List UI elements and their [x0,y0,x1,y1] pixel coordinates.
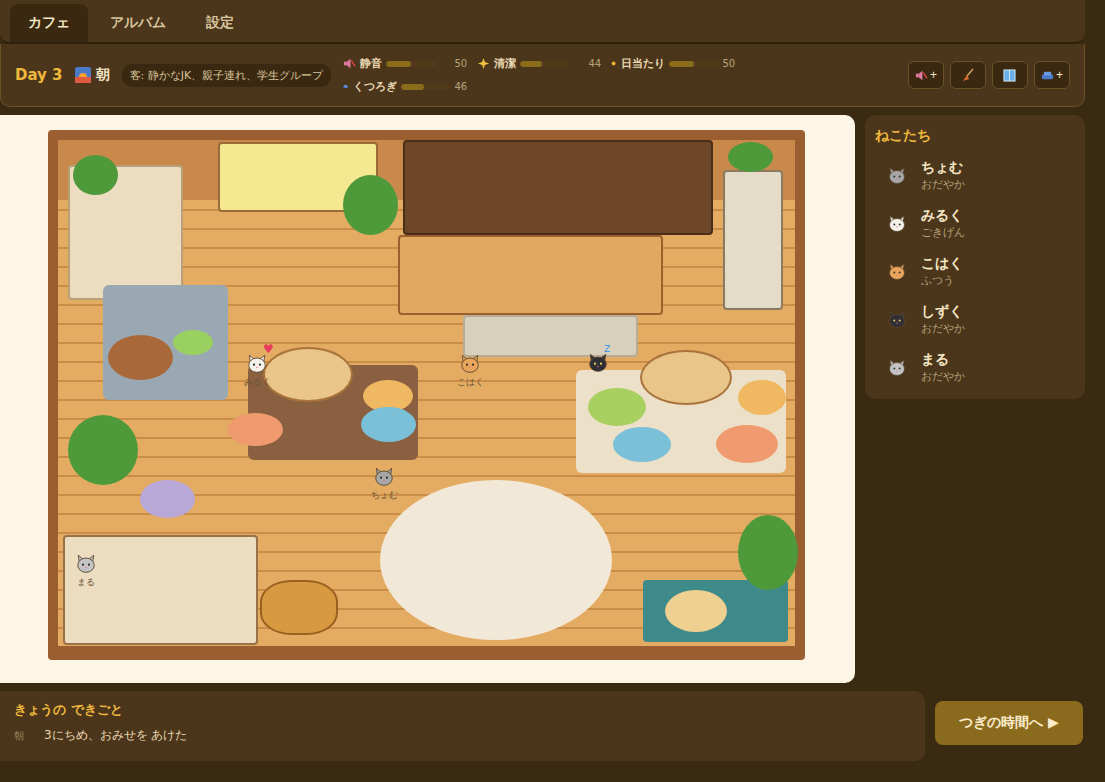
counter [398,235,663,315]
sun-icon [611,57,616,70]
sofa-icon [1041,69,1054,82]
stat-bar [401,84,451,90]
stat-bar [520,61,570,67]
cat-list: ねこたちちょむおだやかみるくごきげんこはくふつうしずくおだやかまるおだやか [865,115,1085,399]
scene-cat[interactable]: こはく [440,352,500,389]
cushion [665,590,727,632]
cat-icon [887,309,907,329]
cat-bed [108,335,173,380]
plant [728,142,773,172]
cat-item[interactable]: みるくごきげん [875,199,1075,247]
event-log: きょうの できごと朝3にちめ、おみせを あけた [0,691,925,761]
day-label: Day 3 [15,66,63,84]
quiet-icon [915,69,928,82]
bottom-shelf [63,535,258,645]
cushion [361,407,416,442]
scene-cat[interactable]: ちょむ [354,465,414,502]
tool-button[interactable]: + [908,61,944,89]
mat [463,315,638,357]
sleep-icon: z [604,341,610,355]
stat: 清潔44 [477,56,609,71]
scene-cat[interactable]: z [568,351,628,373]
cat-icon [887,261,907,281]
cat-item[interactable]: ちょむおだやか [875,151,1075,199]
plant [343,175,398,235]
cat-item[interactable]: まるおだやか [875,343,1075,391]
time-label: 朝 [75,66,110,84]
tab[interactable]: 設定 [188,4,252,42]
scene-cat[interactable]: まる [56,552,116,589]
tool-button[interactable]: + [1034,61,1070,89]
basket [260,580,338,635]
cat-item[interactable]: しずくおだやか [875,295,1075,343]
guests-pill: 客: 静かなJK、親子連れ、学生グループ [122,64,332,87]
tool-button[interactable] [992,61,1028,89]
tab[interactable]: アルバム [92,4,184,42]
tool-button[interactable] [950,61,986,89]
broom-icon [961,68,975,82]
log-entry: 朝3にちめ、おみせを あけた [14,727,911,744]
cafe-scene: ♥みるく こはく z ちょむまる [48,130,805,660]
sunrise-icon [75,67,91,83]
stat: 静音50 [343,56,475,71]
clean-icon [477,57,490,70]
heart-icon: ♥ [263,342,274,356]
cushion [716,425,778,463]
cat-item[interactable]: こはくふつう [875,247,1075,295]
cushion [613,427,671,462]
cat-icon [459,352,481,374]
cat-icon [887,165,907,185]
cushion [738,380,786,415]
plant [68,415,138,485]
tab-bar: カフェアルバム設定 [0,0,1085,44]
stat: くつろぎ46 [343,79,475,94]
status-bar: Day 3 朝客: 静かなJK、親子連れ、学生グループ静音50清潔44日当たり50… [0,44,1085,107]
stat-bar [669,61,719,67]
cushion [588,388,646,426]
plant [73,155,118,195]
cushion [228,413,283,446]
tab[interactable]: カフェ [10,4,88,42]
next-button[interactable]: つぎの時間へ ▶ [935,701,1083,745]
cat-icon [373,465,395,487]
stats: 静音50清潔44日当たり50 くつろぎ46 [343,56,743,94]
table [640,350,732,405]
cafe-canvas: ♥みるく こはく z ちょむまる [0,115,855,683]
plant [738,515,798,590]
shelf [403,140,713,235]
stat-bar [386,61,436,67]
cushion [140,480,195,518]
relax-icon [343,80,348,93]
cat-icon [887,357,907,377]
fridge [723,170,783,310]
app: カフェアルバム設定 Day 3 朝客: 静かなJK、親子連れ、学生グループ静音50清… [0,0,1105,782]
cushion [173,330,213,355]
cat-icon [75,552,97,574]
round-rug [380,480,612,640]
table [263,347,353,402]
cat-icon [887,213,907,233]
window-icon [1003,69,1016,82]
scene-cat[interactable]: ♥みるく [227,352,287,389]
stat: 日当たり50 [611,56,743,71]
quiet-icon [343,57,356,70]
